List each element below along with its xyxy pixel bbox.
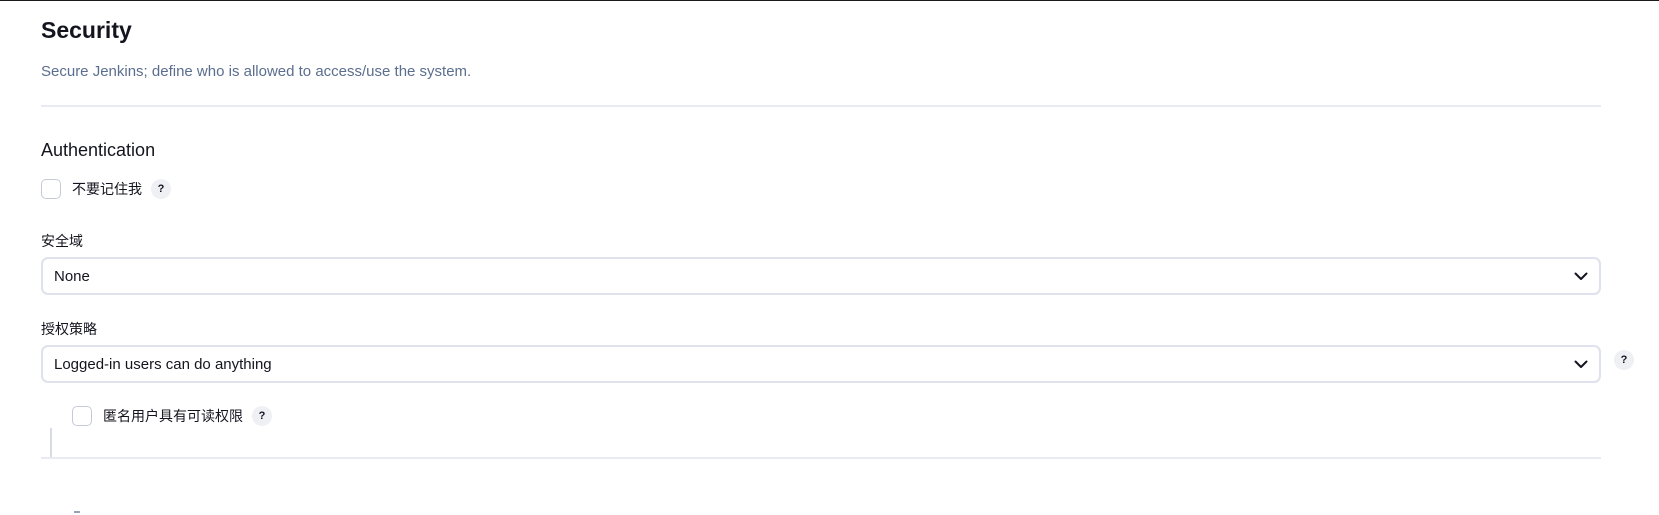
security-realm-value: None	[54, 267, 90, 285]
authorization-strategy-select[interactable]: Logged-in users can do anything	[41, 345, 1601, 383]
section-divider	[41, 457, 1601, 459]
chevron-down-icon	[1567, 360, 1595, 369]
anonymous-read-help-icon[interactable]: ?	[252, 406, 272, 426]
next-section-heading-fragment	[74, 511, 80, 513]
anonymous-read-label: 匿名用户具有可读权限	[103, 408, 243, 424]
page-title: Security	[41, 17, 132, 43]
security-realm-select[interactable]: None	[41, 257, 1601, 295]
authorization-strategy-value: Logged-in users can do anything	[54, 355, 272, 373]
security-config-page: { "header": { "title": "Security", "subt…	[0, 0, 1659, 515]
remember-me-help-icon[interactable]: ?	[151, 179, 171, 199]
section-divider	[41, 105, 1601, 107]
authorization-help-icon[interactable]: ?	[1614, 350, 1634, 370]
anonymous-read-row: 匿名用户具有可读权限 ?	[72, 404, 272, 428]
authorization-strategy-label: 授权策略	[41, 321, 97, 337]
page-subtitle: Secure Jenkins; define who is allowed to…	[41, 63, 472, 80]
security-realm-label: 安全域	[41, 233, 83, 249]
nested-option-indicator	[50, 428, 52, 459]
remember-me-row: 不要记住我 ?	[41, 177, 171, 201]
remember-me-checkbox[interactable]	[41, 179, 61, 199]
anonymous-read-checkbox[interactable]	[72, 406, 92, 426]
authentication-heading: Authentication	[41, 140, 156, 160]
chevron-down-icon	[1567, 272, 1595, 281]
remember-me-label: 不要记住我	[72, 181, 142, 197]
